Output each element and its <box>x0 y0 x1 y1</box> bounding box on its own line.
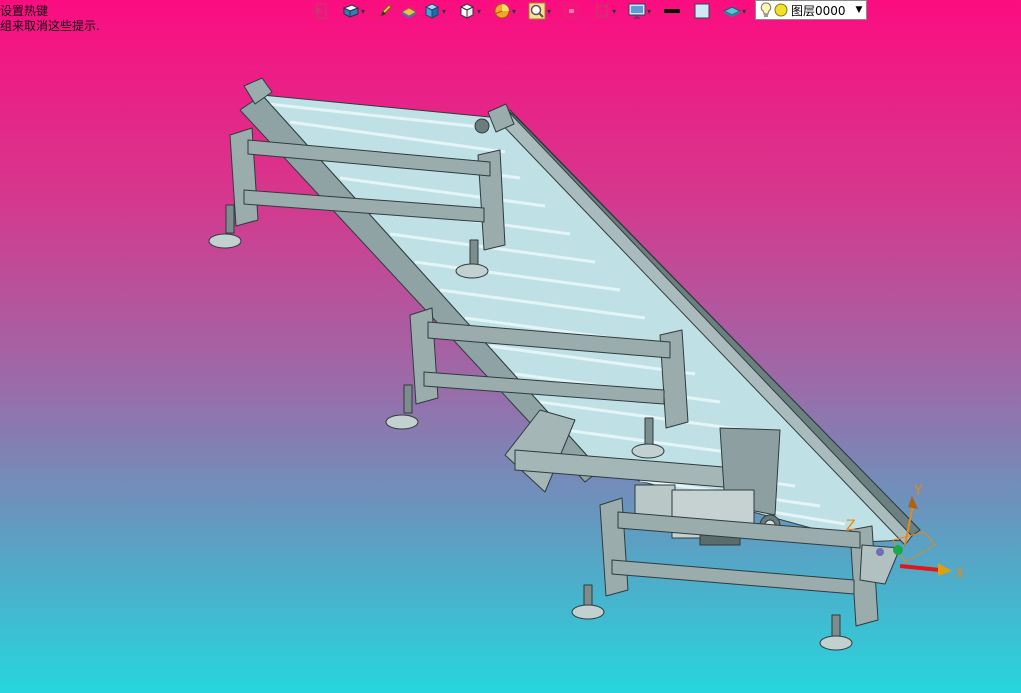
conveyor-model <box>208 77 921 651</box>
x-axis-label: X <box>955 566 965 582</box>
y-axis-label: Y <box>913 483 923 499</box>
origin-icon <box>893 545 903 555</box>
x-axis-arrow <box>938 563 952 576</box>
z-axis-label: Z <box>846 518 856 534</box>
x-axis-line <box>899 564 941 572</box>
roller-sprocket <box>474 118 490 134</box>
model-viewport[interactable]: Y X Z <box>0 0 1021 693</box>
